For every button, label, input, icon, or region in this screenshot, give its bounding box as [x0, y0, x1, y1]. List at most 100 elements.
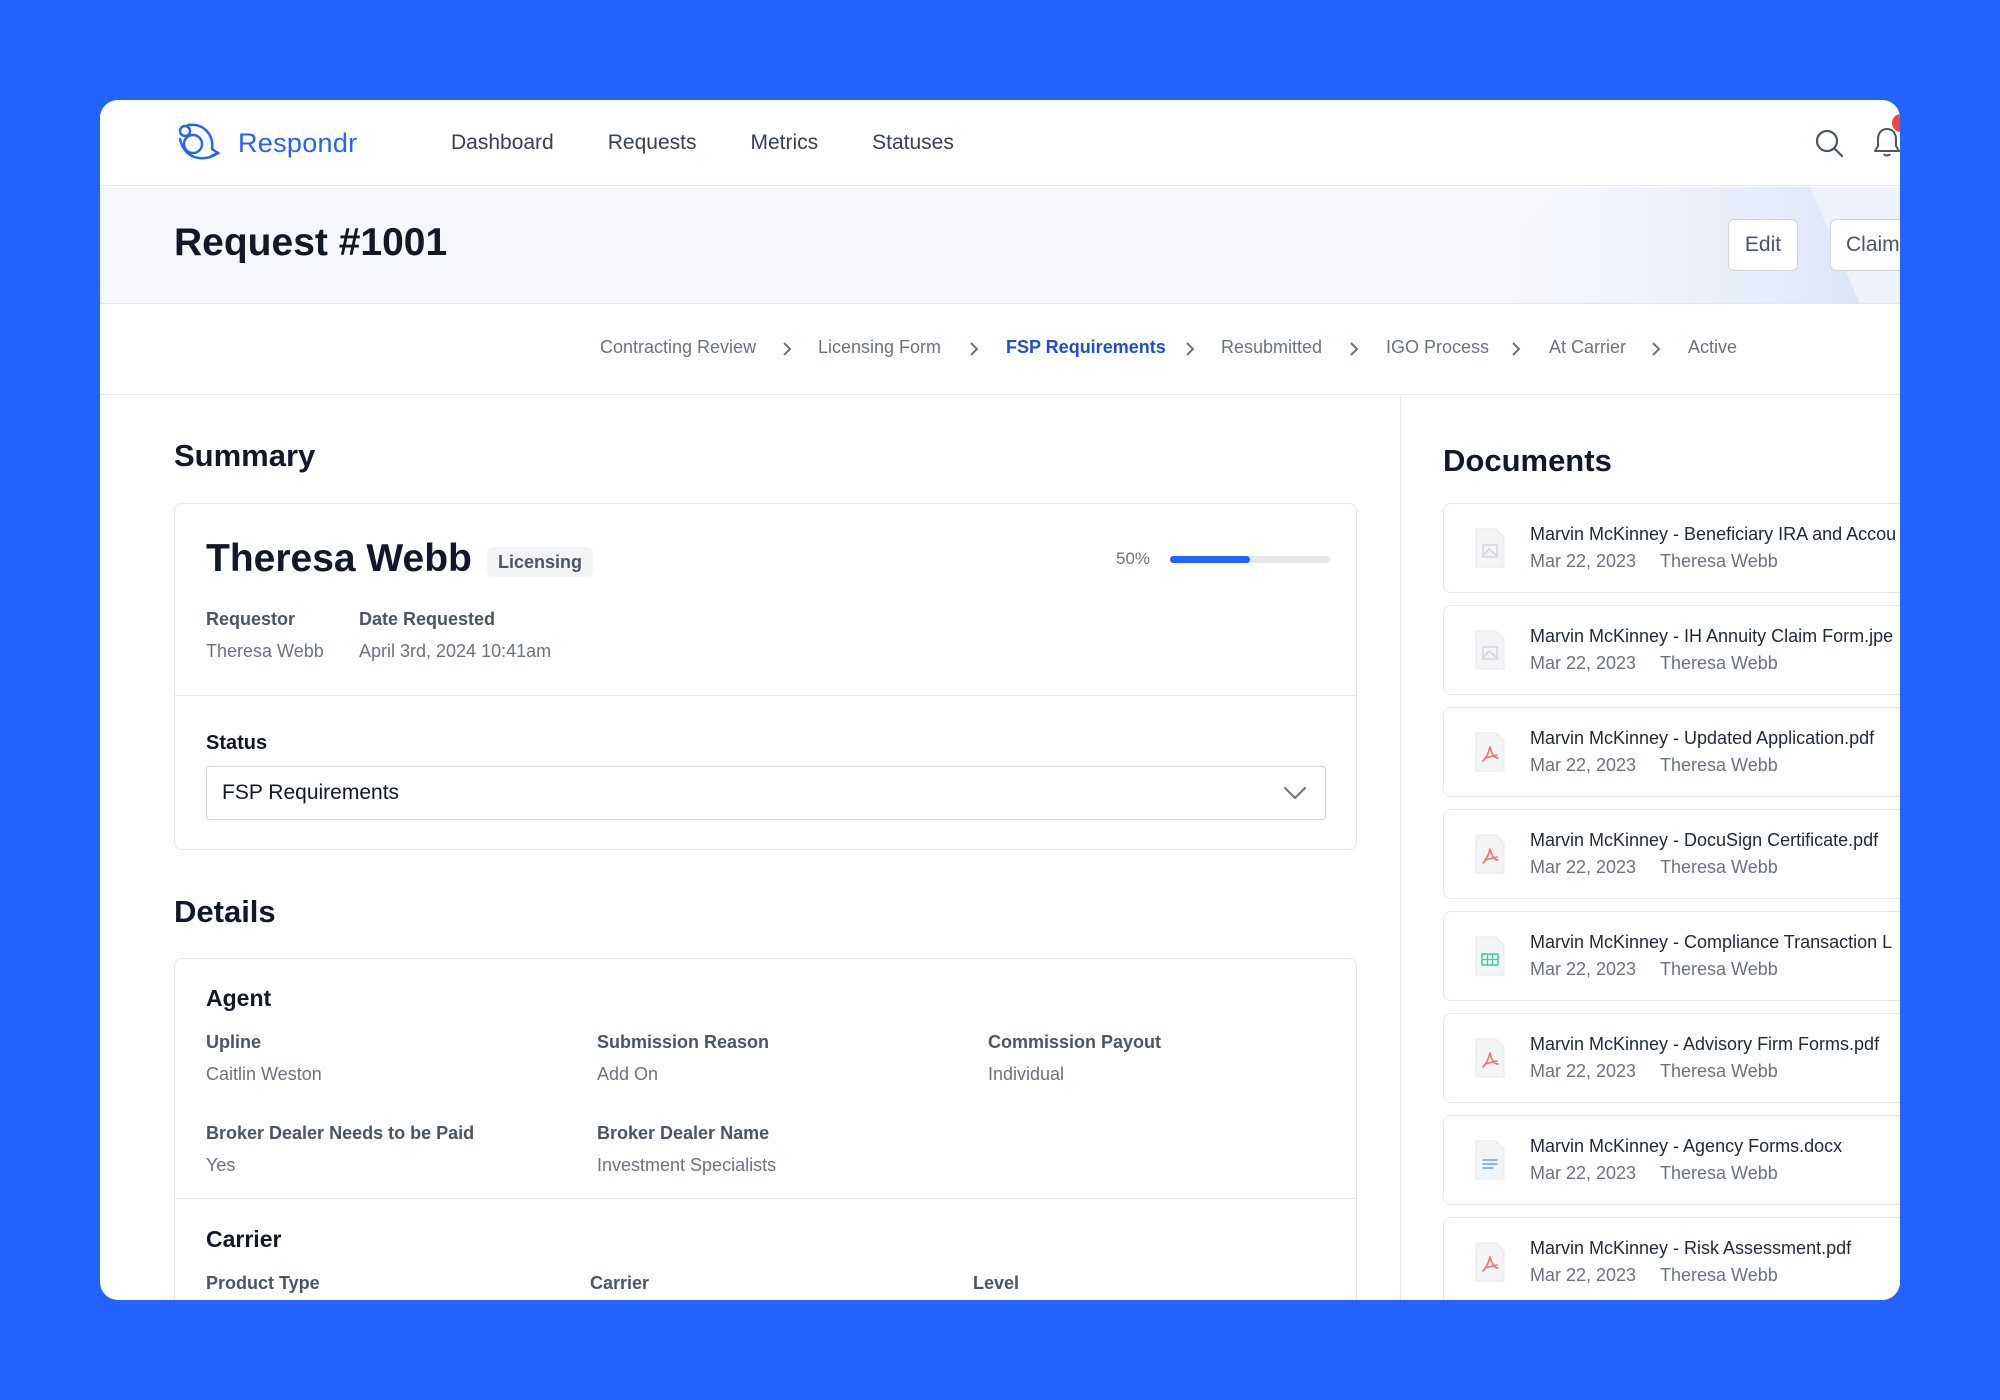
details-card: Agent Upline Caitlin Weston Submission R…: [174, 958, 1357, 1300]
nav-statuses[interactable]: Statuses: [872, 131, 954, 155]
document-item[interactable]: Marvin McKinney - Agency Forms.docx Mar …: [1443, 1115, 1900, 1205]
commission-payout-label: Commission Payout: [988, 1032, 1162, 1052]
document-item[interactable]: Marvin McKinney - Advisory Firm Forms.pd…: [1443, 1013, 1900, 1103]
step-active[interactable]: Active: [1688, 337, 1737, 358]
step-igo-process[interactable]: IGO Process: [1386, 337, 1489, 358]
document-name: Marvin McKinney - IH Annuity Claim Form.…: [1530, 626, 1894, 646]
chevron-right-icon: [1350, 342, 1359, 356]
document-owner: Theresa Webb: [1660, 653, 1778, 673]
document-owner: Theresa Webb: [1660, 857, 1778, 877]
chevron-right-icon: [1512, 342, 1521, 356]
progress-bar: [1170, 556, 1330, 563]
summary-card: Theresa Webb Licensing 50% Requestor The…: [174, 503, 1357, 850]
broker-dealer-name-value: Investment Specialists: [597, 1155, 777, 1175]
app-window: Respondr Dashboard Requests Metrics Stat…: [100, 100, 1900, 1300]
document-date: Mar 22, 2023: [1530, 1265, 1637, 1285]
chevron-right-icon: [783, 342, 792, 356]
claim-button[interactable]: Claim: [1830, 219, 1900, 271]
document-owner: Theresa Webb: [1660, 959, 1778, 979]
pdf-file-icon: [1475, 732, 1505, 772]
image-file-icon: [1475, 528, 1505, 568]
document-item[interactable]: Marvin McKinney - Compliance Transaction…: [1443, 911, 1900, 1001]
nav-dashboard[interactable]: Dashboard: [451, 131, 554, 155]
details-heading: Details: [174, 894, 276, 929]
step-licensing-form[interactable]: Licensing Form: [818, 337, 941, 358]
document-date: Mar 22, 2023: [1530, 551, 1637, 571]
submission-reason-label: Submission Reason: [597, 1032, 770, 1052]
document-item[interactable]: Marvin McKinney - DocuSign Certificate.p…: [1443, 809, 1900, 899]
pdf-file-icon: [1475, 1038, 1505, 1078]
top-navbar: Respondr Dashboard Requests Metrics Stat…: [100, 100, 1900, 186]
document-name: Marvin McKinney - Beneficiary IRA and Ac…: [1530, 524, 1897, 544]
submission-reason-value: Add On: [597, 1064, 659, 1084]
chevron-right-icon: [1652, 342, 1661, 356]
main-nav: Dashboard Requests Metrics Statuses: [451, 100, 1008, 186]
carrier-group-title: Carrier: [206, 1226, 282, 1252]
document-name: Marvin McKinney - Agency Forms.docx: [1530, 1136, 1843, 1156]
header-decoration: [1460, 187, 1900, 303]
step-at-carrier[interactable]: At Carrier: [1549, 337, 1626, 358]
carrier-label: Carrier: [590, 1273, 650, 1293]
spreadsheet-file-icon: [1475, 936, 1505, 976]
document-item[interactable]: Marvin McKinney - Beneficiary IRA and Ac…: [1443, 503, 1900, 593]
document-owner: Theresa Webb: [1660, 755, 1778, 775]
broker-dealer-paid-value: Yes: [206, 1155, 236, 1175]
brand-name: Respondr: [238, 127, 358, 158]
step-resubmitted[interactable]: Resubmitted: [1221, 337, 1322, 358]
status-select-value: FSP Requirements: [222, 781, 400, 804]
document-date: Mar 22, 2023: [1530, 959, 1637, 979]
nav-metrics[interactable]: Metrics: [750, 131, 818, 155]
document-item[interactable]: Marvin McKinney - Updated Application.pd…: [1443, 707, 1900, 797]
type-badge: Licensing: [487, 547, 594, 577]
document-item[interactable]: Marvin McKinney - Risk Assessment.pdf Ma…: [1443, 1217, 1900, 1300]
nav-requests[interactable]: Requests: [608, 131, 697, 155]
document-owner: Theresa Webb: [1660, 1061, 1778, 1081]
respondr-logo-icon: [178, 123, 221, 160]
requester-name: Theresa Webb: [206, 537, 472, 580]
page-header: Request #1001 Edit Claim: [100, 187, 1900, 304]
agent-group-title: Agent: [206, 985, 272, 1011]
chevron-right-icon: [970, 342, 979, 356]
document-name: Marvin McKinney - Compliance Transaction…: [1530, 932, 1893, 952]
upline-label: Upline: [206, 1032, 262, 1052]
document-name: Marvin McKinney - DocuSign Certificate.p…: [1530, 830, 1879, 850]
documents-heading: Documents: [1443, 443, 1612, 478]
progress-fill: [1170, 556, 1250, 563]
pdf-file-icon: [1475, 1242, 1505, 1282]
status-select[interactable]: FSP Requirements: [206, 766, 1326, 820]
requestor-value: Theresa Webb: [206, 641, 324, 661]
page-title: Request #1001: [174, 221, 448, 264]
document-date: Mar 22, 2023: [1530, 857, 1637, 877]
chevron-right-icon: [1186, 342, 1195, 356]
step-contracting-review[interactable]: Contracting Review: [600, 337, 756, 358]
step-fsp-requirements[interactable]: FSP Requirements: [1006, 337, 1166, 358]
requestor-label: Requestor: [206, 609, 296, 629]
document-owner: Theresa Webb: [1660, 1265, 1778, 1285]
column-divider: [1400, 396, 1401, 1300]
edit-button[interactable]: Edit: [1728, 219, 1798, 271]
document-date: Mar 22, 2023: [1530, 1163, 1637, 1183]
document-owner: Theresa Webb: [1660, 1163, 1778, 1183]
date-requested-label: Date Requested: [359, 609, 496, 629]
document-name: Marvin McKinney - Updated Application.pd…: [1530, 728, 1875, 748]
upline-value: Caitlin Weston: [206, 1064, 322, 1084]
divider: [175, 695, 1356, 696]
document-owner: Theresa Webb: [1660, 551, 1778, 571]
status-stepper: Contracting Review Licensing Form FSP Re…: [100, 305, 1900, 395]
document-name: Marvin McKinney - Advisory Firm Forms.pd…: [1530, 1034, 1880, 1054]
broker-dealer-name-label: Broker Dealer Name: [597, 1123, 770, 1143]
logo[interactable]: Respondr: [174, 118, 357, 168]
document-date: Mar 22, 2023: [1530, 755, 1637, 775]
search-icon[interactable]: [1814, 128, 1844, 158]
product-type-label: Product Type: [206, 1273, 320, 1293]
date-requested-value: April 3rd, 2024 10:41am: [359, 641, 552, 661]
level-label: Level: [973, 1273, 1020, 1293]
broker-dealer-paid-label: Broker Dealer Needs to be Paid: [206, 1123, 475, 1143]
text-file-icon: [1475, 1140, 1505, 1180]
document-item[interactable]: Marvin McKinney - IH Annuity Claim Form.…: [1443, 605, 1900, 695]
status-label: Status: [206, 732, 268, 754]
summary-heading: Summary: [174, 438, 316, 473]
image-file-icon: [1475, 630, 1505, 670]
commission-payout-value: Individual: [988, 1064, 1065, 1084]
progress-label: 50%: [1116, 549, 1151, 568]
